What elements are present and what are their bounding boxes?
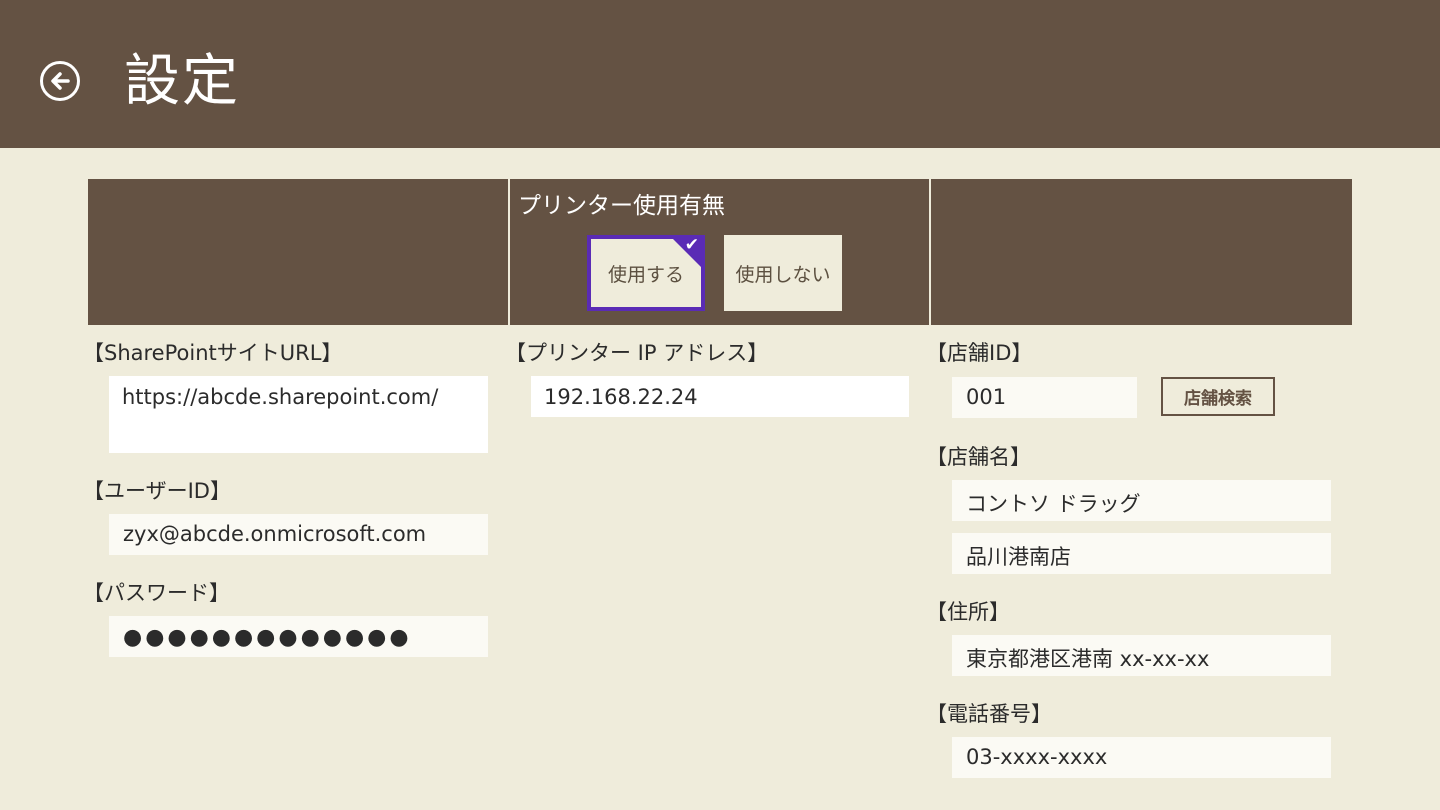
printer-no-use-toggle[interactable]: 使用しない — [724, 235, 842, 311]
address-label: 【住所】 — [926, 600, 1010, 624]
app-header: 設定 — [0, 0, 1440, 148]
password-label: 【パスワード】 — [83, 581, 230, 605]
user-id-label: 【ユーザーID】 — [83, 479, 231, 503]
user-id-input[interactable]: zyx@abcde.onmicrosoft.com — [109, 514, 488, 555]
phone-input[interactable]: 03-xxxx-xxxx — [952, 737, 1331, 778]
settings-band-left — [88, 179, 508, 325]
printer-ip-label: 【プリンター IP アドレス】 — [505, 341, 769, 365]
printer-use-toggle[interactable]: 使用する ✔ — [587, 235, 705, 311]
printer-ip-input[interactable]: 192.168.22.24 — [531, 376, 909, 417]
settings-band-right — [931, 179, 1352, 325]
store-search-button[interactable]: 店舗検索 — [1161, 377, 1275, 416]
arrow-left-icon — [51, 72, 70, 90]
back-button[interactable] — [40, 61, 80, 101]
printer-no-use-label: 使用しない — [735, 263, 831, 286]
page-title: 設定 — [124, 49, 240, 114]
sharepoint-url-input[interactable]: https://abcde.sharepoint.com/ — [109, 376, 488, 453]
printer-usage-title: プリンター使用有無 — [518, 193, 725, 219]
checkmark-icon: ✔ — [684, 235, 699, 255]
phone-label: 【電話番号】 — [926, 702, 1052, 726]
store-id-label: 【店舗ID】 — [926, 341, 1033, 365]
password-input[interactable]: ●●●●●●●●●●●●● — [109, 616, 488, 657]
store-name-label: 【店舗名】 — [926, 445, 1031, 469]
sharepoint-url-label: 【SharePointサイトURL】 — [83, 341, 343, 365]
address-input[interactable]: 東京都港区港南 xx-xx-xx — [952, 635, 1331, 676]
store-name-line2-input[interactable]: 品川港南店 — [952, 533, 1331, 574]
store-name-line1-input[interactable]: コントソ ドラッグ — [952, 480, 1331, 521]
store-id-input[interactable]: 001 — [952, 377, 1137, 418]
